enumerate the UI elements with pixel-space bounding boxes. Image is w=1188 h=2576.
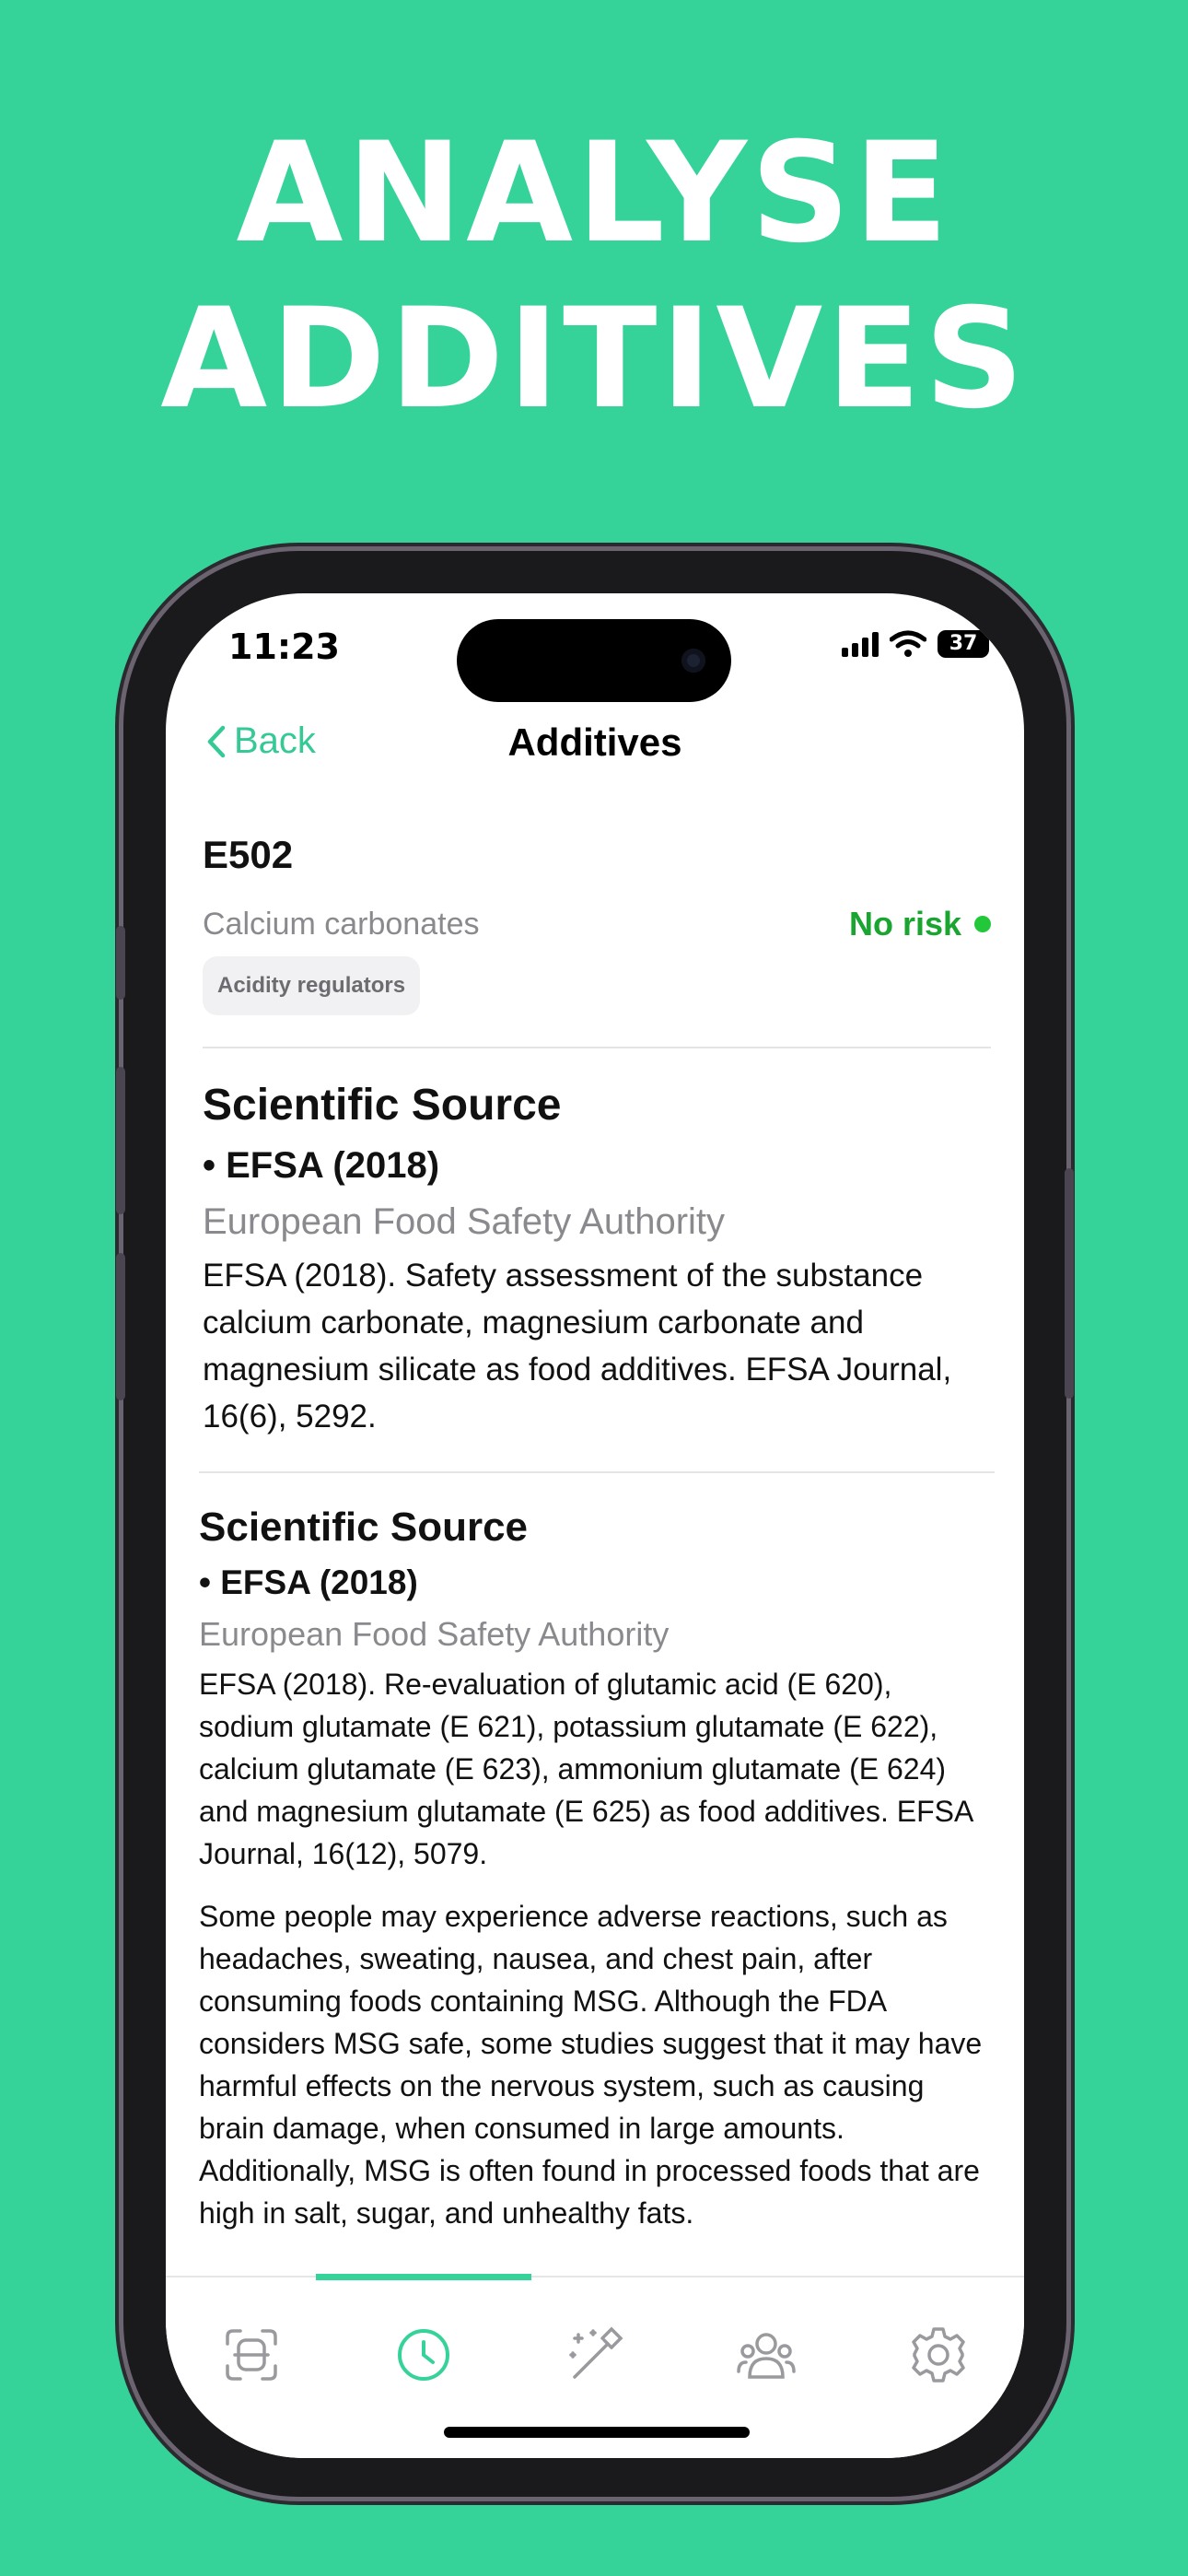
- settings-icon: [912, 2327, 965, 2383]
- power-button: [1065, 1168, 1074, 1399]
- headline: ANALYSE ADDITIVES: [0, 111, 1188, 442]
- source-title: Scientific Source: [203, 1081, 562, 1130]
- additive-detail: E502 Calcium carbonates No risk Acidity …: [199, 833, 995, 2234]
- headline-line-2: ADDITIVES: [160, 279, 1028, 439]
- source-item: • EFSA (2018): [203, 1145, 440, 1186]
- source-note: Some people may experience adverse react…: [199, 1900, 983, 2230]
- page-title: Additives: [507, 720, 682, 764]
- scientific-source-section: Scientific Source • EFSA (2018) European…: [199, 1505, 995, 2234]
- status-time: 11:23: [228, 626, 340, 667]
- battery-icon: 37: [938, 630, 989, 658]
- tab-magic[interactable]: [509, 2325, 681, 2384]
- nav-bar: Back Additives: [166, 704, 1024, 787]
- divider: [203, 1047, 991, 1048]
- history-icon: [397, 2329, 449, 2381]
- additive-code: E502: [203, 833, 294, 876]
- tab-community[interactable]: [681, 2325, 852, 2384]
- additive-name-row: Calcium carbonates No risk: [203, 905, 991, 943]
- volume-up-button: [116, 1067, 125, 1214]
- risk-dot-icon: [974, 916, 991, 932]
- community-icon: [737, 2333, 797, 2379]
- source-citation: EFSA (2018). Safety assessment of the su…: [203, 1258, 952, 1434]
- additive-name: Calcium carbonates: [203, 906, 480, 942]
- source-organization: European Food Safety Authority: [199, 1615, 670, 1653]
- tab-scan[interactable]: [166, 2325, 337, 2384]
- headline-line-1: ANALYSE: [236, 113, 952, 274]
- cellular-signal-icon: [842, 631, 879, 657]
- dynamic-island: [457, 619, 731, 702]
- scan-icon: [226, 2329, 277, 2381]
- category-chip: Acidity regulators: [203, 956, 421, 1015]
- wifi-icon: [890, 630, 926, 657]
- phone-screen: 11:23 37 Back Additives E502 Calcium car…: [166, 593, 1024, 2458]
- scientific-source-section: Scientific Source • EFSA (2018) European…: [203, 1080, 991, 1440]
- tab-history[interactable]: [337, 2325, 508, 2384]
- source-item: • EFSA (2018): [199, 1563, 418, 1601]
- action-button: [116, 926, 125, 1000]
- home-indicator[interactable]: [444, 2427, 750, 2438]
- volume-down-button: [116, 1253, 125, 1400]
- tab-settings[interactable]: [853, 2325, 1024, 2384]
- source-organization: European Food Safety Authority: [203, 1201, 726, 1242]
- risk-badge: No risk: [849, 905, 991, 943]
- magic-wand-icon: [569, 2326, 623, 2379]
- camera-icon: [681, 649, 705, 673]
- risk-label: No risk: [848, 905, 961, 943]
- divider: [199, 1471, 995, 1473]
- source-citation: EFSA (2018). Re-evaluation of glutamic a…: [199, 1668, 973, 1870]
- active-tab-indicator: [316, 2274, 531, 2280]
- status-icons: 37: [842, 630, 989, 658]
- source-title: Scientific Source: [199, 1505, 529, 1550]
